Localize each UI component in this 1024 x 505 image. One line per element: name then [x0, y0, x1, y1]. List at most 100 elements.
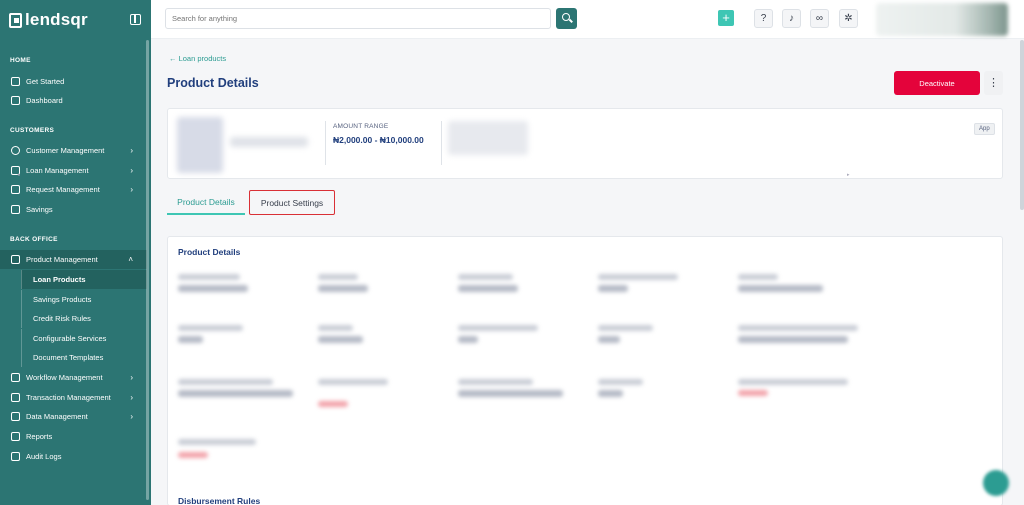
reports-icon [11, 432, 20, 441]
field-label [318, 274, 358, 280]
disbursement-rules-title: Disbursement Rules [178, 496, 261, 505]
section-title-customers: CUSTOMERS [10, 127, 55, 134]
dashboard-icon [11, 96, 20, 105]
sidebar-item-get-started[interactable]: Get Started [0, 72, 147, 91]
field-value [598, 285, 628, 292]
tab-product-details[interactable]: Product Details [167, 190, 245, 215]
page-scrollbar[interactable] [1020, 40, 1024, 210]
field-value [178, 336, 203, 343]
sidebar-scrollbar[interactable] [146, 40, 149, 500]
field-label [178, 274, 240, 280]
sidebar-item-customer-management[interactable]: Customer Management › [0, 141, 147, 160]
product-details-card: Product Details Disbursement Rules [167, 236, 1003, 505]
sidebar-item-label: Transaction Management [26, 393, 111, 402]
divider [325, 121, 326, 165]
chevron-right-icon: › [130, 393, 133, 402]
sidebar-subitem-configurable-services[interactable]: Configurable Services [21, 329, 147, 348]
sidebar-item-label: Get Started [26, 77, 65, 86]
field-label [598, 274, 678, 280]
logo-icon [9, 12, 22, 28]
product-name [230, 137, 308, 147]
users-icon [11, 146, 20, 155]
sidebar-item-loan-management[interactable]: Loan Management › [0, 161, 147, 180]
brand-name: lendsqr [25, 10, 88, 29]
sidebar-item-workflow-management[interactable]: Workflow Management › [0, 368, 147, 387]
field-label [178, 439, 256, 445]
sidebar-item-data-management[interactable]: Data Management › [0, 407, 147, 426]
field-label [738, 379, 848, 385]
field-label [318, 379, 388, 385]
section-title-home: HOME [10, 57, 31, 64]
bell-icon[interactable]: ♪ [782, 9, 801, 28]
chevron-right-icon: › [130, 373, 133, 382]
field-label [598, 325, 653, 331]
tab-product-settings[interactable]: Product Settings [249, 190, 335, 215]
field-label [318, 325, 353, 331]
divider [441, 121, 442, 165]
main-content: ← Loan products Product Details Deactiva… [151, 40, 1024, 505]
gear-icon[interactable]: ✲ [839, 9, 858, 28]
field-value [738, 336, 848, 343]
transaction-icon [11, 393, 20, 402]
search-icon [562, 13, 570, 21]
search-button[interactable] [556, 8, 577, 29]
sidebar-item-product-management[interactable]: Product Management ˄ [0, 250, 147, 269]
home-icon [11, 77, 20, 86]
amount-range-label: AMOUNT RANGE [333, 123, 389, 130]
field-label [458, 325, 538, 331]
field-label [738, 325, 858, 331]
brand-logo[interactable]: lendsqr [9, 10, 88, 30]
page-title: Product Details [167, 76, 259, 90]
sidebar-subitem-credit-risk-rules[interactable]: Credit Risk Rules [21, 309, 147, 328]
plus-icon: + [722, 10, 730, 25]
channel-badge: App [974, 123, 995, 135]
sidebar-subitem-document-templates[interactable]: Document Templates [21, 348, 147, 367]
sidebar-subitem-savings-products[interactable]: Savings Products [21, 290, 147, 309]
tab-scroll-right-icon[interactable]: ▸ [847, 172, 850, 178]
chevron-up-icon: ˄ [128, 255, 133, 264]
sidebar-subitem-loan-products[interactable]: Loan Products [21, 270, 147, 289]
help-book-icon[interactable]: ? [754, 9, 773, 28]
sidebar-item-audit-logs[interactable]: Audit Logs [0, 447, 147, 466]
sidebar-item-label: Customer Management [26, 146, 105, 155]
search-input[interactable] [165, 8, 551, 29]
add-button[interactable]: + [718, 10, 734, 26]
field-value [178, 285, 248, 292]
section-title-back-office: BACK OFFICE [10, 236, 58, 243]
sidebar-item-label: Workflow Management [26, 373, 103, 382]
deactivate-button[interactable]: Deactivate [894, 71, 980, 95]
sidebar-item-savings[interactable]: Savings [0, 200, 147, 219]
product-image [177, 117, 223, 173]
chat-support-icon[interactable] [983, 470, 1009, 496]
field-label [738, 274, 778, 280]
field-label [458, 274, 513, 280]
sidebar-item-reports[interactable]: Reports [0, 427, 147, 446]
field-value [178, 390, 293, 397]
chevron-right-icon: › [130, 185, 133, 194]
sidebar-item-dashboard[interactable]: Dashboard [0, 91, 147, 110]
back-to-loan-products-link[interactable]: ← Loan products [169, 54, 226, 63]
sidebar-collapse-icon[interactable] [130, 14, 141, 25]
sidebar-item-label: Savings [26, 205, 53, 214]
field-value [598, 390, 623, 397]
tab-scroll-left-icon[interactable]: ◂ [17, 172, 20, 178]
more-options-icon[interactable]: ⋮ [984, 71, 1003, 95]
link-icon[interactable]: ∞ [810, 9, 829, 28]
status-indicator [178, 452, 208, 458]
workflow-icon [11, 373, 20, 382]
sidebar-item-transaction-management[interactable]: Transaction Management › [0, 388, 147, 407]
data-icon [11, 412, 20, 421]
field-value [738, 285, 823, 292]
field-label [178, 379, 273, 385]
field-value [458, 336, 478, 343]
field-label [178, 325, 243, 331]
amount-range-value: ₦2,000.00 - ₦10,000.00 [333, 135, 424, 145]
sidebar-item-label: Loan Management [26, 166, 89, 175]
profile-menu[interactable] [876, 3, 1008, 36]
field-value [598, 336, 620, 343]
field-value [318, 336, 363, 343]
audit-log-icon [11, 452, 20, 461]
field-value [318, 285, 368, 292]
sidebar-item-request-management[interactable]: Request Management › [0, 180, 147, 199]
card-title: Product Details [178, 247, 241, 257]
